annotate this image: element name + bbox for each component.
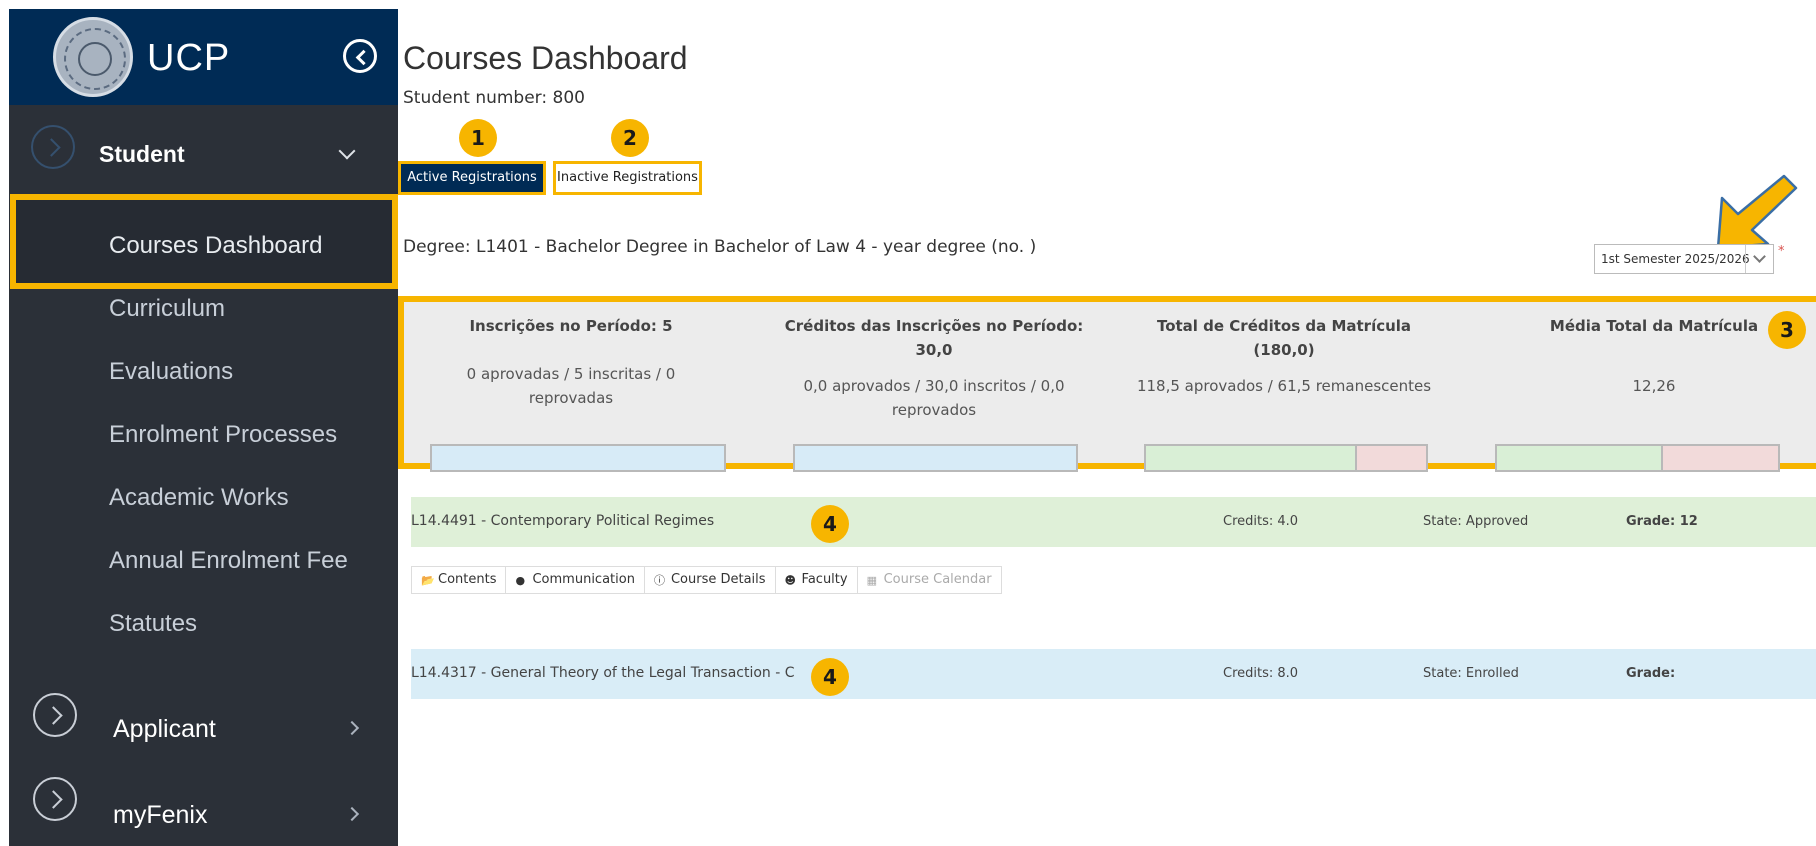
step-badge: 2 [611, 119, 649, 157]
course-actions-bar: 📂 Contents ● Communication ⓘ Course Deta… [411, 566, 1002, 594]
faculty-button[interactable]: ☻ Faculty [775, 567, 858, 593]
stat-subtitle: 12,26 [1632, 377, 1676, 395]
page-title: Courses Dashboard [403, 40, 688, 76]
brand-name: UCP [147, 37, 231, 79]
circle-chevron-icon [31, 125, 75, 169]
course-state: State: Enrolled [1423, 666, 1519, 681]
course-credits: Credits: 4.0 [1223, 514, 1299, 529]
section-label: Applicant [113, 715, 216, 743]
approved-segment [1144, 444, 1357, 472]
sidebar-item-enrolment-processes[interactable]: Enrolment Processes [109, 421, 337, 449]
step-badge: 4 [811, 505, 849, 543]
stat-title: Total de Créditos da Matrícula (180,0) [1156, 317, 1412, 359]
course-state: State: Approved [1423, 514, 1529, 529]
section-label: myFenix [113, 801, 208, 829]
action-label: Course Details [670, 572, 766, 587]
course-details-button[interactable]: ⓘ Course Details [644, 567, 776, 593]
tab-inactive-registrations[interactable]: Inactive Registrations [553, 161, 702, 195]
stat-title: Média Total da Matrícula [1549, 317, 1759, 335]
stat-subtitle: 118,5 aprovados / 61,5 remanescentes [1136, 377, 1432, 395]
chevron-down-icon [338, 142, 356, 160]
university-seal-logo [53, 17, 133, 97]
step-badge: 3 [1768, 311, 1806, 349]
contents-button[interactable]: 📂 Contents [412, 567, 507, 593]
registration-stats-panel: Inscrições no Período: 5 0 aprovadas / 5… [398, 296, 1816, 472]
pointer-arrow-icon [1716, 174, 1798, 250]
remaining-segment [1661, 444, 1780, 472]
action-label: Contents [438, 572, 497, 587]
stat-credits-period: Créditos das Inscrições no Período: 30,0… [784, 314, 1084, 422]
sidebar-section-applicant[interactable]: Applicant [9, 677, 398, 761]
sidebar: UCP Student Courses Dashboard Curriculum… [9, 9, 398, 846]
sidebar-item-courses-dashboard[interactable]: Courses Dashboard [109, 232, 322, 260]
sidebar-section-student[interactable]: Student [9, 105, 398, 181]
approved-segment [1495, 444, 1663, 472]
sidebar-header: UCP [9, 9, 398, 105]
course-grade: Grade: [1626, 666, 1676, 681]
communication-button[interactable]: ● Communication [506, 567, 645, 593]
stat-subtitle: 0,0 aprovados / 30,0 inscritos / 0,0 rep… [803, 377, 1065, 419]
course-row-approved[interactable]: L14.4491 - Contemporary Political Regime… [411, 497, 1816, 547]
course-name: L14.4317 - General Theory of the Legal T… [411, 665, 795, 681]
step-badge: 1 [459, 119, 497, 157]
stat-title: Inscrições no Período: 5 [469, 317, 673, 335]
collapse-sidebar-icon[interactable] [343, 39, 377, 73]
sidebar-item-annual-enrolment-fee[interactable]: Annual Enrolment Fee [109, 547, 348, 575]
semester-select[interactable]: 1st Semester 2025/2026 [1594, 244, 1774, 274]
course-calendar-button: ▦ Course Calendar [857, 567, 1001, 593]
calendar-icon: ▦ [866, 573, 877, 587]
action-label: Communication [532, 572, 635, 587]
sidebar-section-myfenix[interactable]: myFenix [9, 761, 398, 845]
stat-subtitle: 0 aprovadas / 5 inscritas / 0 reprovadas [466, 365, 676, 407]
course-row-enrolled[interactable]: L14.4317 - General Theory of the Legal T… [411, 649, 1816, 699]
sidebar-item-curriculum[interactable]: Curriculum [109, 295, 225, 323]
chevron-right-icon [344, 720, 360, 736]
action-label: Faculty [801, 572, 848, 587]
users-icon: ☻ [784, 573, 797, 587]
chevron-down-icon [1745, 245, 1773, 273]
action-label: Course Calendar [883, 572, 992, 587]
step-badge: 4 [811, 658, 849, 696]
info-icon: ⓘ [653, 573, 665, 587]
stat-total-credits: Total de Créditos da Matrícula (180,0) 1… [1134, 314, 1434, 398]
course-grade: Grade: 12 [1626, 514, 1698, 529]
required-marker: * [1778, 244, 1785, 259]
stat-average: Média Total da Matrícula 12,26 [1504, 314, 1804, 398]
semester-select-value: 1st Semester 2025/2026 [1601, 252, 1750, 266]
chevron-right-icon [344, 806, 360, 822]
student-number: Student number: 800 [403, 88, 585, 108]
sidebar-item-academic-works[interactable]: Academic Works [109, 484, 289, 512]
stat-title: Créditos das Inscrições no Período: 30,0 [784, 317, 1084, 359]
enrolments-progress-bar [430, 444, 726, 472]
sidebar-item-statutes[interactable]: Statutes [109, 610, 197, 638]
circle-chevron-icon [33, 777, 77, 821]
tab-active-registrations[interactable]: Active Registrations [398, 161, 546, 195]
course-credits: Credits: 8.0 [1223, 666, 1299, 681]
comment-icon: ● [515, 573, 526, 587]
credits-progress-bar [793, 444, 1078, 472]
sidebar-item-evaluations[interactable]: Evaluations [109, 358, 233, 386]
folder-open-icon: 📂 [421, 573, 435, 587]
degree-label: Degree: L1401 - Bachelor Degree in Bache… [403, 237, 1037, 257]
course-name: L14.4491 - Contemporary Political Regime… [411, 513, 715, 529]
stat-enrolments: Inscrições no Período: 5 0 aprovadas / 5… [426, 314, 716, 410]
section-label: Student [99, 141, 185, 167]
circle-chevron-icon [33, 693, 77, 737]
remaining-segment [1355, 444, 1428, 472]
